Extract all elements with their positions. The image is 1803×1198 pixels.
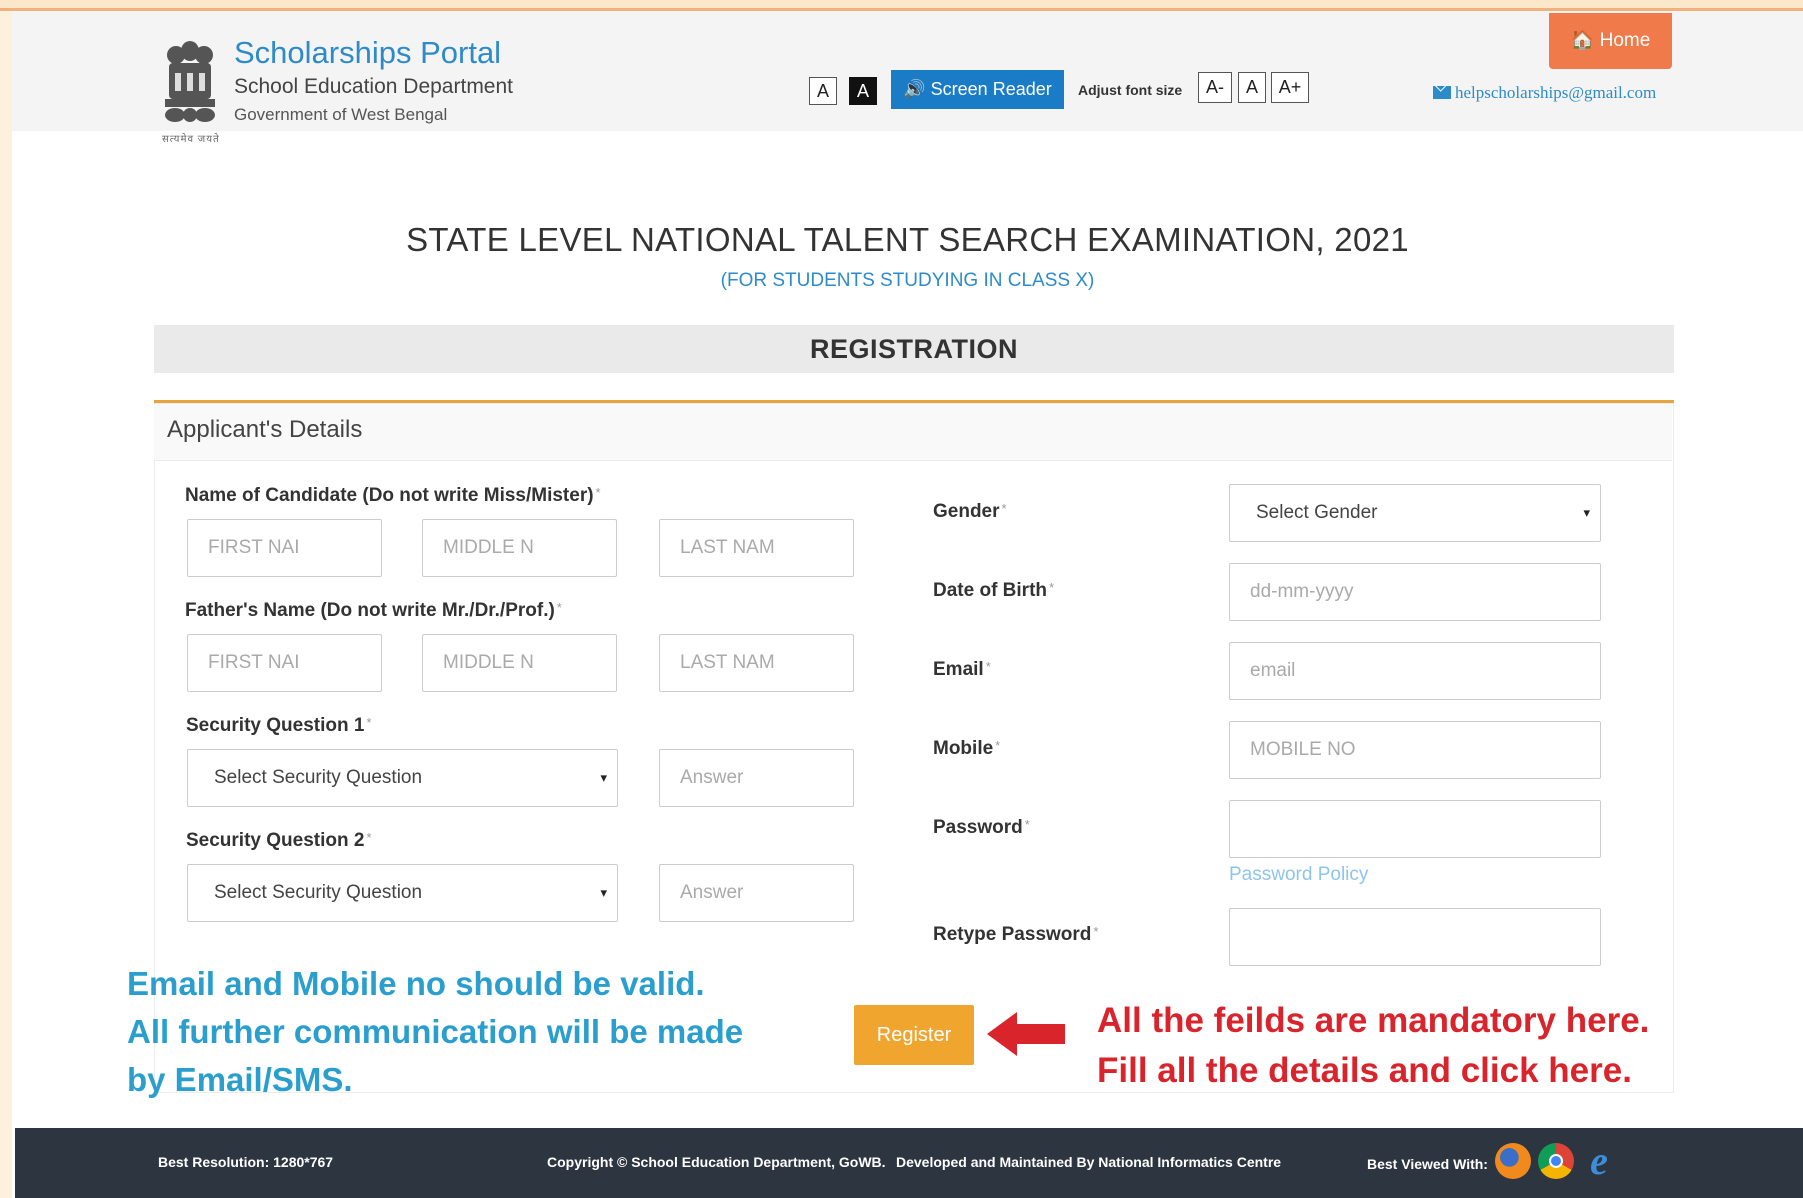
registration-heading: REGISTRATION [154,325,1674,373]
father-middle-name-input[interactable]: MIDDLE N [422,634,617,692]
security-question-1-label: Security Question 1 * [186,715,372,736]
security-question-2-label: Security Question 2 * [186,830,372,851]
help-email-link[interactable]: helpscholarships@gmail.com [1433,83,1656,103]
red-arrow-icon [987,1012,1065,1056]
exam-title: STATE LEVEL NATIONAL TALENT SEARCH EXAMI… [406,221,1409,258]
panel-header [154,404,1672,461]
security-answer-1-input[interactable]: Answer [659,749,854,807]
security-answer-2-input[interactable]: Answer [659,864,854,922]
panel-title: Applicant's Details [167,416,363,443]
email-input[interactable]: email [1229,642,1601,700]
candidate-first-name-input[interactable]: FIRST NAI [187,519,382,577]
annotation-blue-line-1: Email and Mobile no should be valid. [127,965,705,1002]
candidate-middle-name-input[interactable]: MIDDLE N [422,519,617,577]
password-input[interactable] [1229,800,1601,858]
father-last-name-input[interactable]: LAST NAM [659,634,854,692]
gender-label: Gender * [933,501,1007,522]
footer-copyright: Copyright © School Education Department,… [547,1154,886,1170]
footer-resolution: Best Resolution: 1280*767 [158,1154,334,1170]
portal-title[interactable]: Scholarships Portal [234,35,501,71]
site-footer: Best Resolution: 1280*767 Copyright © Sc… [15,1128,1803,1198]
gender-select[interactable]: Select Gender ▾ [1229,484,1601,542]
annotation-red-line-1: All the feilds are mandatory here. [1097,1001,1650,1040]
register-button[interactable]: Register [854,1005,974,1065]
government-name: Government of West Bengal [234,105,448,124]
footer-developed-by: Developed and Maintained By National Inf… [896,1154,1282,1170]
firefox-icon [1495,1143,1531,1179]
annotation-blue-line-3: by Email/SMS. [127,1061,353,1098]
candidate-last-name-input[interactable]: LAST NAM [659,519,854,577]
annotation-red-line-2: Fill all the details and click here. [1097,1051,1632,1090]
font-decrease-button[interactable]: A- [1198,72,1232,103]
site-header: सत्यमेव जयते Scholarships Portal School … [12,11,1803,145]
security-question-2-select[interactable]: Select Security Question ▾ [187,864,618,922]
font-normal-button[interactable]: A [1238,72,1266,103]
adjust-font-size-label: Adjust font size [1078,82,1183,98]
security-question-1-select[interactable]: Select Security Question ▾ [187,749,618,807]
email-label: Email * [933,659,991,680]
ie-icon: e [1590,1138,1608,1183]
exam-subtitle: (FOR STUDENTS STUDYING IN CLASS X) [720,270,1095,291]
font-increase-button[interactable]: A+ [1271,72,1309,103]
password-label: Password * [933,817,1030,838]
father-name-label: Father's Name (Do not write Mr./Dr./Prof… [185,600,562,621]
page-frame-top [0,0,1803,11]
envelope-icon [1433,86,1451,99]
state-emblem-icon [165,41,215,122]
page: सत्यमेव जयते Scholarships Portal School … [12,11,1803,1198]
father-first-name-input[interactable]: FIRST NAI [187,634,382,692]
candidate-name-label: Name of Candidate (Do not write Miss/Mis… [185,485,601,506]
department-name: School Education Department [234,75,513,98]
dob-input[interactable]: dd-mm-yyyy [1229,563,1601,621]
footer-best-viewed: Best Viewed With: [1367,1156,1488,1172]
screen-reader-button[interactable]: 🔊 Screen Reader [891,70,1064,109]
chrome-icon [1538,1143,1574,1179]
home-button[interactable]: 🏠 Home [1549,13,1672,69]
dob-label: Date of Birth * [933,580,1055,601]
contrast-dark-button[interactable]: A [849,77,877,105]
caret-down-icon: ▾ [1583,505,1590,520]
retype-password-label: Retype Password * [933,924,1099,945]
caret-down-icon: ▾ [600,885,607,900]
retype-password-input[interactable] [1229,908,1601,966]
mobile-input[interactable]: MOBILE NO [1229,721,1601,779]
caret-down-icon: ▾ [600,770,607,785]
emblem-caption: सत्यमेव जयते [162,134,220,145]
help-email-text: helpscholarships@gmail.com [1455,83,1657,102]
annotation-blue-line-2: All further communication will be made [127,1013,744,1050]
contrast-light-button[interactable]: A [809,77,837,105]
password-policy-link[interactable]: Password Policy [1229,864,1368,886]
mobile-label: Mobile * [933,738,1001,759]
